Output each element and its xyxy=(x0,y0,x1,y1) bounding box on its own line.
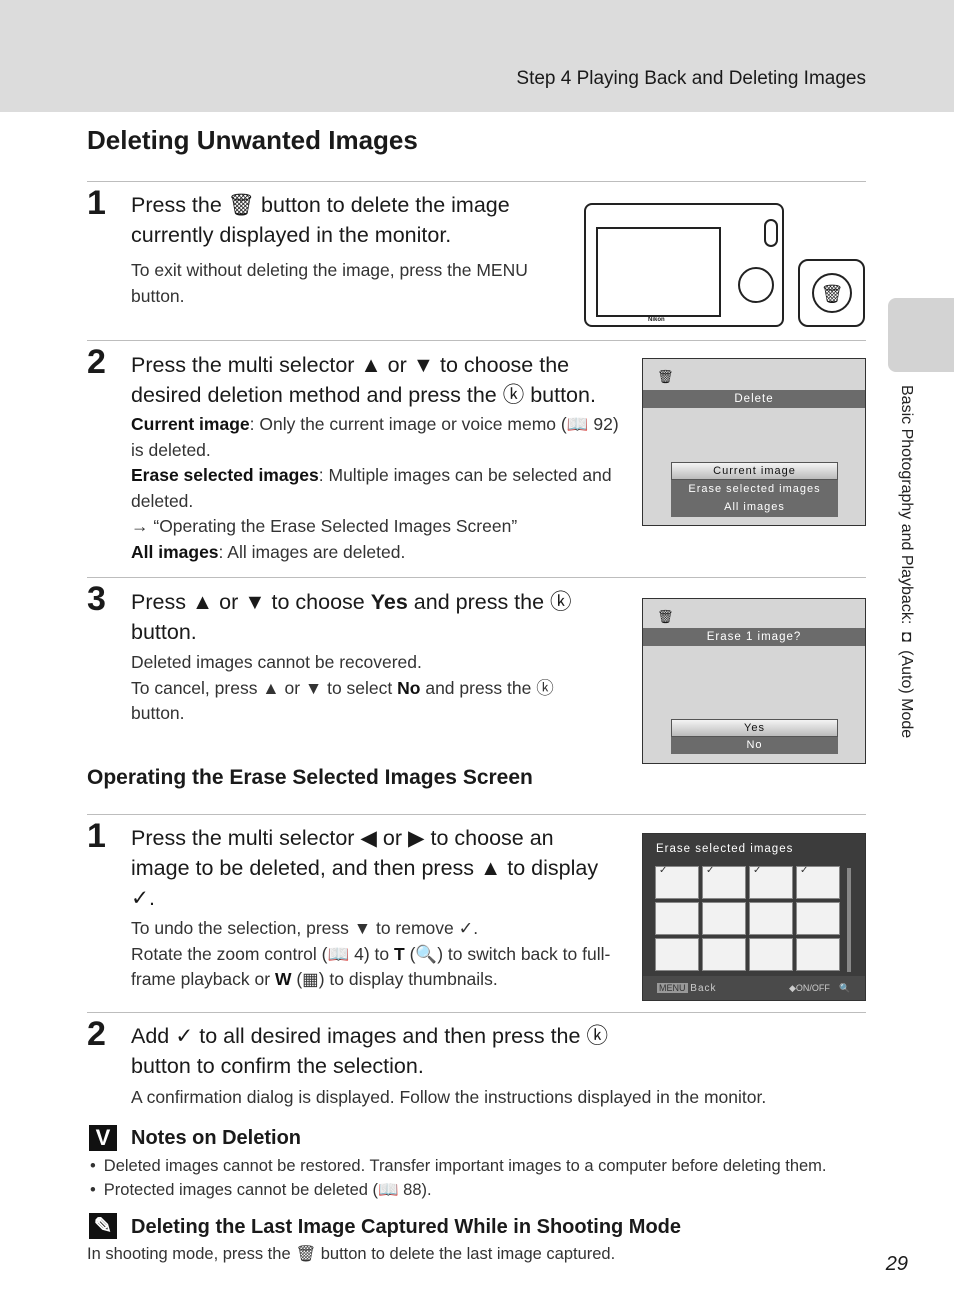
thumbnail[interactable] xyxy=(749,938,793,971)
trash-icon: 🗑 xyxy=(657,609,674,624)
note-bullet: • Protected images cannot be deleted (📖 8… xyxy=(90,1181,432,1199)
step-number: 1 xyxy=(87,184,106,222)
pencil-icon: ✎ xyxy=(89,1213,117,1239)
tip-body: In shooting mode, press the 🗑 button to … xyxy=(87,1245,616,1263)
menu-key-icon: MENU xyxy=(657,983,688,993)
option-current-image[interactable]: Current image xyxy=(671,462,838,480)
page-number: 29 xyxy=(885,1253,908,1275)
back-label: Back xyxy=(690,983,717,994)
body-line: To cancel, press ▲ or ▼ to select No and… xyxy=(131,677,554,724)
thumbnail[interactable]: ✓ xyxy=(655,865,699,899)
thumbnail[interactable]: ✓ xyxy=(796,865,840,899)
step-body: To undo the selection, press ▼ to remove… xyxy=(131,916,611,993)
tip-title: Deleting the Last Image Captured While i… xyxy=(131,1216,682,1238)
cross-reference: → “Operating the Erase Selected Images S… xyxy=(131,516,518,536)
camera-illustration: Nikon xyxy=(584,203,784,327)
trash-button-callout: 🗑 xyxy=(798,259,865,327)
screen-title: Erase 1 image? xyxy=(643,628,865,646)
step-heading: Press the 🗑 button to delete the image c… xyxy=(131,193,510,247)
thumbnail[interactable] xyxy=(655,938,699,971)
desc: : All images are deleted. xyxy=(218,541,406,562)
trash-icon: 🗑 xyxy=(812,273,852,313)
multi-selector-icon xyxy=(738,267,774,303)
thumbnail[interactable]: ✓ xyxy=(749,865,793,899)
note-bullet: • Deleted images cannot be restored. Tran… xyxy=(90,1157,827,1175)
divider xyxy=(87,577,866,578)
scrollbar[interactable] xyxy=(847,868,851,972)
body-line: To undo the selection, press ▼ to remove… xyxy=(131,918,479,938)
zoom-icon: 🔍 xyxy=(839,983,851,993)
step-heading: Press ▲ or ▼ to choose Yes and press the… xyxy=(131,590,572,644)
step-body: To exit without deleting the image, pres… xyxy=(131,260,528,306)
thumbnail[interactable] xyxy=(655,902,699,935)
step-number: 1 xyxy=(87,817,106,855)
thumbnail[interactable]: ✓ xyxy=(702,865,746,899)
body-line: Deleted images cannot be recovered. xyxy=(131,652,422,672)
camera-brand: Nikon xyxy=(648,317,665,323)
thumbnail[interactable] xyxy=(749,902,793,935)
header-band xyxy=(0,0,954,112)
thumbnail[interactable] xyxy=(702,902,746,935)
running-head: Step 4 Playing Back and Deleting Images xyxy=(516,68,866,89)
on-off-label: ◆ON/OFF xyxy=(789,983,830,993)
page-title: Deleting Unwanted Images xyxy=(87,125,418,155)
thumbnail[interactable] xyxy=(702,938,746,971)
term: Current image xyxy=(131,414,250,434)
step-body: A confirmation dialog is displayed. Foll… xyxy=(131,1087,767,1107)
camera-monitor xyxy=(596,227,721,317)
subsection-title: Operating the Erase Selected Images Scre… xyxy=(87,766,533,789)
screen-title: Erase selected images xyxy=(656,843,794,855)
screen-title: Delete xyxy=(643,390,865,408)
shutter-button-icon xyxy=(764,219,778,247)
erase-selected-screen: Erase selected images ✓ ✓ ✓ ✓ MENU Back … xyxy=(642,833,866,1001)
body-line: Rotate the zoom control (📖 4) to T (🔍) t… xyxy=(131,943,611,990)
divider xyxy=(87,340,866,341)
step-number: 2 xyxy=(87,343,106,381)
option-erase-selected[interactable]: Erase selected images xyxy=(671,480,838,498)
term: Erase selected images xyxy=(131,465,319,485)
step-body: Current image: Only the current image or… xyxy=(131,412,626,565)
step-heading: Add ✓ to all desired images and then pre… xyxy=(131,1024,608,1078)
step-heading: Press the multi selector ◀ or ▶ to choos… xyxy=(131,826,599,910)
delete-menu-screen: 🗑 Delete Current image Erase selected im… xyxy=(642,358,866,526)
term: All images xyxy=(131,541,219,562)
step-number: 2 xyxy=(87,1015,106,1053)
confirm-screen: 🗑 Erase 1 image? Yes No xyxy=(642,598,866,764)
thumbnail[interactable] xyxy=(796,902,840,935)
caution-icon: V xyxy=(89,1125,117,1151)
notes-title: Notes on Deletion xyxy=(131,1127,302,1149)
step-heading: Press the multi selector ▲ or ▼ to choos… xyxy=(131,353,596,407)
option-all-images[interactable]: All images xyxy=(671,498,838,517)
thumbnail[interactable] xyxy=(796,938,840,971)
chapter-label: Basic Photography and Playback: ◘ (Auto)… xyxy=(898,385,915,739)
step-body: Deleted images cannot be recovered. To c… xyxy=(131,650,601,727)
step-number: 3 xyxy=(87,580,106,618)
divider xyxy=(87,1012,866,1013)
option-yes[interactable]: Yes xyxy=(671,719,838,737)
thumbnail-grid: ✓ ✓ ✓ ✓ xyxy=(655,865,840,971)
footer-bar: MENU Back ◆ON/OFF 🔍 xyxy=(643,976,865,1000)
option-no[interactable]: No xyxy=(671,737,838,754)
chapter-tab[interactable] xyxy=(888,298,954,372)
trash-icon: 🗑 xyxy=(657,369,674,384)
divider xyxy=(87,814,866,815)
divider xyxy=(87,181,866,182)
